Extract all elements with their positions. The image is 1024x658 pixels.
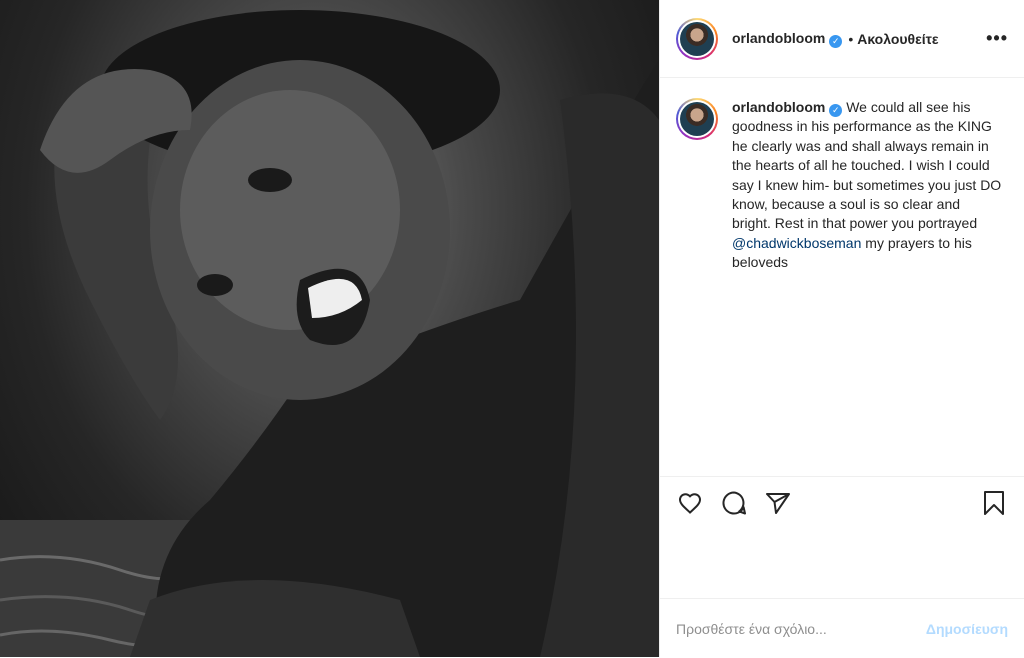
portrait-photo-illustration [0, 10, 659, 657]
caption-avatar[interactable] [676, 98, 718, 140]
caption-mention-link[interactable]: @chadwickboseman [732, 235, 861, 251]
profile-avatar-icon [680, 21, 714, 56]
caption-verified-badge-icon: ✓ [829, 104, 843, 117]
caption-area: orlandobloom ✓ We could all see his goodn… [660, 78, 1024, 474]
comment-bubble-icon[interactable] [720, 489, 748, 517]
post-header: orlandobloom ✓ • Ακολουθείτε ••• [660, 0, 1024, 78]
caption-avatar-icon [680, 102, 714, 136]
comment-input[interactable] [676, 620, 926, 637]
post-caption: orlandobloom ✓ We could all see his goodn… [732, 98, 1002, 474]
verified-badge-icon: ✓ [829, 34, 843, 48]
heart-icon[interactable] [676, 489, 704, 517]
paper-plane-icon[interactable] [764, 489, 792, 517]
post-sidebar: orlandobloom ✓ • Ακολουθείτε ••• orlandob… [659, 0, 1024, 657]
author-avatar[interactable] [676, 17, 718, 60]
caption-text-before: We could all see his goodness in his per… [732, 99, 1002, 232]
author-username-text: orlandobloom [732, 29, 826, 46]
following-button[interactable]: Ακολουθείτε [857, 31, 938, 47]
post-actions [660, 476, 1024, 529]
comment-box: Δημοσίευση [660, 598, 1024, 658]
author-username[interactable]: orlandobloom ✓ [732, 29, 843, 48]
post-photo[interactable] [0, 0, 659, 657]
publish-button[interactable]: Δημοσίευση [926, 621, 1008, 637]
instagram-post: orlandobloom ✓ • Ακολουθείτε ••• orlandob… [0, 0, 1024, 657]
caption-username[interactable]: orlandobloom [732, 99, 825, 115]
more-options-icon[interactable]: ••• [986, 28, 1008, 49]
bookmark-icon[interactable] [980, 489, 1008, 517]
header-separator: • [848, 30, 854, 47]
